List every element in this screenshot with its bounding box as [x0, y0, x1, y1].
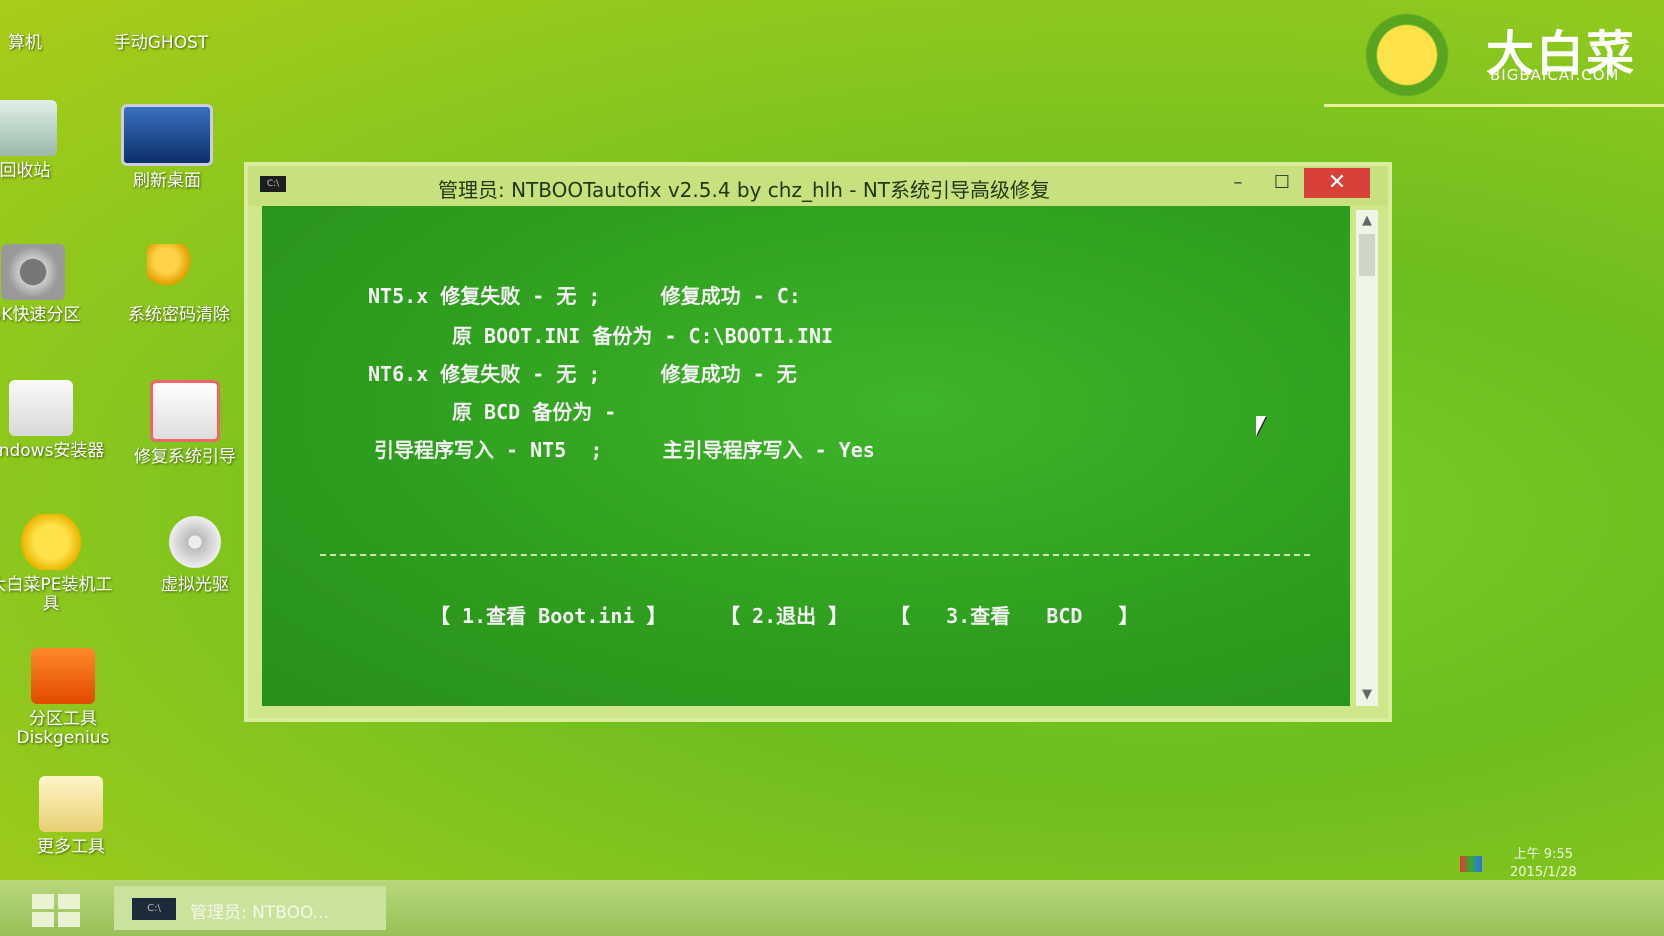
console-line-nt6-status: NT6.x 修复失败 - 无 ; 修复成功 - 无: [368, 362, 797, 386]
window-titlebar[interactable]: C:\ 管理员: NTBOOTautofix v2.5.4 by chz_hlh…: [248, 166, 1388, 206]
desktop-icon-ghost[interactable]: 手动GHOST: [96, 0, 226, 53]
monitor-icon: [121, 104, 213, 166]
desktop-icon-recycle-bin[interactable]: 回收站: [0, 100, 90, 181]
desktop-icon-label: ISK快速分区: [0, 305, 81, 325]
maximize-button[interactable]: ☐: [1260, 168, 1304, 198]
desktop-icon-label: Windows安装器: [0, 441, 105, 461]
desktop-icon-label: 更多工具: [37, 837, 105, 857]
desktop-icon-password-clear[interactable]: 系统密码清除: [114, 244, 244, 325]
folder-icon: [39, 776, 103, 832]
minimize-button[interactable]: –: [1216, 168, 1260, 198]
clock-time: 上午 9:55: [1513, 847, 1573, 862]
console-app-icon[interactable]: C:\: [260, 176, 286, 192]
desktop-icon-disk-partition[interactable]: ISK快速分区: [0, 244, 98, 325]
desktop-icon-label: 回收站: [0, 161, 51, 181]
console-line-boot-write: 引导程序写入 - NT5 ; 主引导程序写入 - Yes: [374, 438, 875, 462]
scroll-thumb[interactable]: [1359, 234, 1375, 276]
window-title: 管理员: NTBOOTautofix v2.5.4 by chz_hlh - N…: [438, 178, 1050, 202]
console-line-nt5-status: NT5.x 修复失败 - 无 ; 修复成功 - C:: [368, 284, 801, 308]
console-task-icon: C:\: [132, 898, 176, 920]
desktop-icon-label: 系统密码清除: [128, 305, 230, 325]
desktop-icon-windows-installer[interactable]: Windows安装器: [0, 380, 106, 461]
brand-site: BIGBAICAI.COM: [1490, 66, 1620, 84]
gear-icon: [1, 244, 65, 300]
console-output[interactable]: NT5.x 修复失败 - 无 ; 修复成功 - C: 原 BOOT.INI 备份…: [262, 206, 1350, 706]
menu-exit[interactable]: 【 2.退出 】: [720, 600, 848, 629]
desktop-icon-computer[interactable]: 算机: [0, 0, 90, 53]
taskbar-item-label: 管理员: NTBOO...: [190, 903, 329, 923]
desktop-icon-label: 手动GHOST: [113, 33, 209, 53]
disc-icon: [163, 514, 227, 570]
windows-start-icon[interactable]: [32, 894, 82, 928]
clock-date: 2015/1/28: [1510, 865, 1577, 880]
console-separator: [320, 554, 1310, 556]
desktop-icon-diskgenius[interactable]: 分区工具Diskgenius: [0, 648, 128, 748]
taskbar-item-ntbootautofix[interactable]: C:\ 管理员: NTBOO...: [114, 886, 386, 930]
desktop-icon-refresh-desktop[interactable]: 刷新桌面: [102, 104, 232, 191]
mouse-cursor-icon: [1256, 416, 1266, 436]
desktop-icon-more-tools[interactable]: 更多工具: [6, 776, 136, 857]
scroll-up-arrow-icon[interactable]: ▲: [1356, 210, 1378, 232]
tray-display-icon[interactable]: [1460, 856, 1482, 872]
desktop-icon-virtual-drive[interactable]: 虚拟光驱: [130, 514, 260, 595]
scroll-down-arrow-icon[interactable]: ▼: [1356, 684, 1378, 706]
console-line-bcd-backup: 原 BCD 备份为 -: [452, 400, 617, 424]
desktop-icon-label: 虚拟光驱: [161, 575, 229, 595]
diskgenius-icon: [31, 648, 95, 704]
ntbootautofix-window[interactable]: C:\ 管理员: NTBOOTautofix v2.5.4 by chz_hlh…: [244, 162, 1392, 722]
mascot-icon: [19, 514, 83, 570]
mascot-logo-icon: [1344, 0, 1470, 100]
key-icon: [147, 244, 211, 300]
taskbar-clock[interactable]: 上午 9:55 2015/1/28: [1510, 846, 1577, 882]
recycle-bin-icon: [0, 100, 57, 156]
desktop-icon-pe-install-tool[interactable]: 大白菜PE装机工具: [0, 514, 116, 614]
menu-view-bootini[interactable]: 【 1.查看 Boot.ini 】: [430, 600, 667, 629]
desktop-icon-label: 修复系统引导: [134, 447, 236, 467]
menu-view-bcd[interactable]: 【 3.查看 BCD 】: [890, 600, 1139, 629]
desktop-icon-label: 刷新桌面: [133, 171, 201, 191]
desktop-icon-label: 分区工具Diskgenius: [16, 709, 110, 748]
installer-icon: [9, 380, 73, 436]
console-scrollbar[interactable]: ▲ ▼: [1356, 210, 1378, 706]
brand-logo: 大白菜 BIGBAICAI.COM: [1324, 0, 1664, 112]
close-button[interactable]: ✕: [1304, 168, 1370, 198]
logo-underline: [1324, 104, 1664, 107]
desktop-icon-boot-repair[interactable]: 修复系统引导: [120, 380, 250, 467]
desktop-icon-label: 算机: [8, 33, 42, 53]
taskbar: C:\ 管理员: NTBOO...: [0, 880, 1664, 936]
toolbox-icon: [150, 380, 220, 442]
desktop-icon-label: 大白菜PE装机工具: [0, 575, 113, 614]
console-line-bootini-backup: 原 BOOT.INI 备份为 - C:\BOOT1.INI: [452, 324, 834, 348]
